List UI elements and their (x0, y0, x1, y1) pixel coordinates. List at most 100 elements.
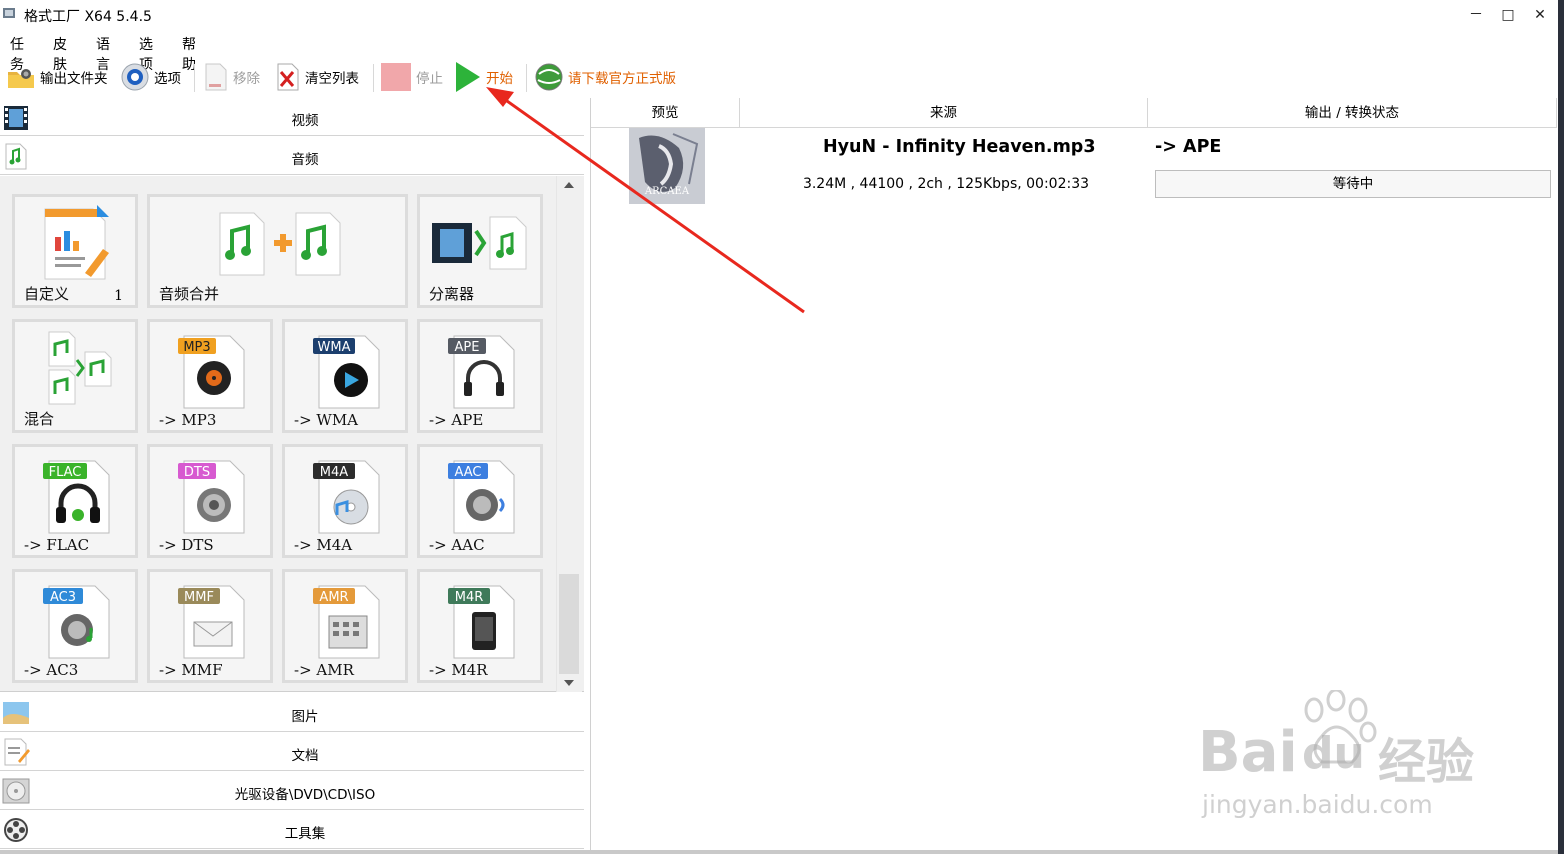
wma-badge-text: WMA (318, 340, 351, 355)
tile-custom[interactable]: 自定义 1 (12, 194, 138, 308)
stop-label: 停止 (416, 71, 443, 87)
scroll-down-icon[interactable] (564, 680, 574, 686)
category-document[interactable]: 文档 (0, 733, 584, 771)
output-folder-button[interactable]: 输出文件夹 (6, 60, 108, 94)
desktop-edge (1558, 0, 1564, 854)
flac-badge-text: FLAC (49, 465, 82, 480)
play-icon (456, 62, 480, 92)
ac3-speaker-icon: AC3 (43, 585, 110, 659)
category-picture-label: 图片 (291, 709, 319, 725)
m4r-phone-icon: M4R (448, 585, 515, 659)
thumbnail-text: ARCAEA (644, 186, 690, 197)
format-factory-window: 格式工厂 X64 5.4.5 － □ ✕ 任务 皮肤 语言 选项 帮助 输出文件… (0, 0, 1564, 854)
mp3-badge-text: MP3 (183, 340, 210, 355)
taskbar-edge (0, 850, 1558, 854)
options-label: 选项 (154, 71, 181, 87)
category-disc-label: 光驱设备\DVD\CD\ISO (234, 787, 376, 803)
splitter-icon (432, 216, 527, 270)
tile-flac[interactable]: FLAC -> FLAC (12, 444, 138, 558)
folder-camera-icon (8, 69, 34, 88)
category-tools[interactable]: 工具集 (0, 811, 584, 849)
mmf-envelope-icon: MMF (178, 585, 245, 659)
gear-icon (121, 63, 149, 91)
tile-mp3[interactable]: MP3 -> MP3 (147, 319, 273, 433)
tile-ac3[interactable]: AC3 -> AC3 (12, 569, 138, 683)
tile-m4a[interactable]: M4A -> M4A (282, 444, 408, 558)
tile-flac-label: -> FLAC (24, 536, 90, 554)
category-video-label: 视频 (291, 113, 319, 129)
grid-scrollbar[interactable] (556, 176, 582, 692)
baidu-jingyan-watermark: Bai du 经验 jingyan.baidu.com (1196, 690, 1496, 830)
tile-splitter[interactable]: 分离器 (417, 194, 543, 308)
column-header-output[interactable]: 输出 / 转换状态 (1148, 98, 1557, 128)
download-label: 请下载官方正式版 (568, 71, 676, 87)
tile-amr[interactable]: AMR -> AMR (282, 569, 408, 683)
watermark-brand: Bai (1198, 720, 1298, 785)
maximize-button[interactable]: □ (1494, 4, 1522, 26)
title-bar: 格式工厂 X64 5.4.5 － □ ✕ (0, 0, 1558, 30)
aac-badge-text: AAC (455, 465, 482, 480)
start-button[interactable]: 开始 (454, 60, 513, 94)
start-label: 开始 (486, 71, 513, 87)
output-folder-label: 输出文件夹 (40, 71, 108, 87)
toolbar-separator (373, 64, 374, 92)
tile-wma[interactable]: WMA -> WMA (282, 319, 408, 433)
source-file-name: HyuN - Infinity Heaven.mp3 (823, 137, 1096, 157)
tile-mmf[interactable]: MMF -> MMF (147, 569, 273, 683)
tile-dts[interactable]: DTS -> DTS (147, 444, 273, 558)
column-header-preview[interactable]: 预览 (591, 98, 740, 128)
tile-m4r-label: -> M4R (429, 661, 488, 679)
scroll-thumb[interactable] (559, 574, 579, 674)
category-audio[interactable]: 音频 (0, 137, 584, 175)
stop-button[interactable]: 停止 (380, 60, 443, 94)
clear-list-label: 清空列表 (305, 71, 359, 87)
tile-wma-label: -> WMA (294, 411, 359, 429)
tile-ape-label: -> APE (429, 411, 484, 429)
mp3-disc-icon: MP3 (178, 335, 245, 409)
watermark-brand-du: du (1302, 728, 1365, 779)
toolbar-separator (526, 64, 527, 92)
tile-aac[interactable]: AAC -> AAC (417, 444, 543, 558)
globe-icon (535, 63, 563, 91)
column-header-source[interactable]: 来源 (740, 98, 1148, 128)
album-thumbnail: ARCAEA (629, 128, 705, 204)
clear-list-icon (277, 63, 299, 91)
tile-amr-label: -> AMR (294, 661, 354, 679)
tile-custom-label: 自定义 (24, 285, 70, 303)
tile-ac3-label: -> AC3 (24, 661, 79, 679)
ac3-badge-text: AC3 (50, 590, 76, 605)
options-button[interactable]: 选项 (120, 60, 181, 94)
tile-ape[interactable]: APE -> APE (417, 319, 543, 433)
ape-headphone-icon: APE (448, 335, 515, 409)
stop-icon (381, 63, 411, 91)
category-picture[interactable]: 图片 (0, 694, 584, 732)
ape-badge-text: APE (455, 340, 480, 355)
m4r-badge-text: M4R (455, 590, 484, 605)
conversion-status-bar: 等待中 (1155, 170, 1551, 198)
tile-mix-label: 混合 (24, 410, 55, 428)
tile-aac-label: -> AAC (429, 536, 485, 554)
tile-mix[interactable]: 混合 (12, 319, 138, 433)
source-file-meta: 3.24M , 44100 , 2ch , 125Kbps, 00:02:33 (802, 176, 1090, 192)
tile-dts-label: -> DTS (159, 536, 214, 554)
mmf-badge-text: MMF (184, 590, 214, 605)
category-video[interactable]: 视频 (0, 98, 584, 136)
toolbar: 输出文件夹 选项 移除 清空列表 停止 开始 请下载官方正式版 (0, 58, 1558, 96)
flac-headphone-icon: FLAC (43, 460, 110, 534)
remove-label: 移除 (233, 71, 260, 87)
close-button[interactable]: ✕ (1526, 4, 1554, 26)
scroll-up-icon[interactable] (564, 182, 574, 188)
download-official-link[interactable]: 请下载官方正式版 (534, 60, 676, 94)
clear-list-button[interactable]: 清空列表 (275, 60, 359, 94)
category-disc[interactable]: 光驱设备\DVD\CD\ISO (0, 772, 584, 810)
mix-icon (48, 331, 112, 405)
minimize-button[interactable]: － (1462, 4, 1490, 26)
tile-custom-count: 1 (114, 288, 123, 304)
tile-m4r[interactable]: M4R -> M4R (417, 569, 543, 683)
tile-splitter-label: 分离器 (429, 285, 475, 303)
dts-badge-text: DTS (184, 465, 210, 480)
output-format: -> APE (1155, 137, 1222, 157)
tile-audio-merge[interactable]: 音频合并 (147, 194, 408, 308)
tile-m4a-label: -> M4A (294, 536, 353, 554)
remove-button[interactable]: 移除 (203, 60, 260, 94)
